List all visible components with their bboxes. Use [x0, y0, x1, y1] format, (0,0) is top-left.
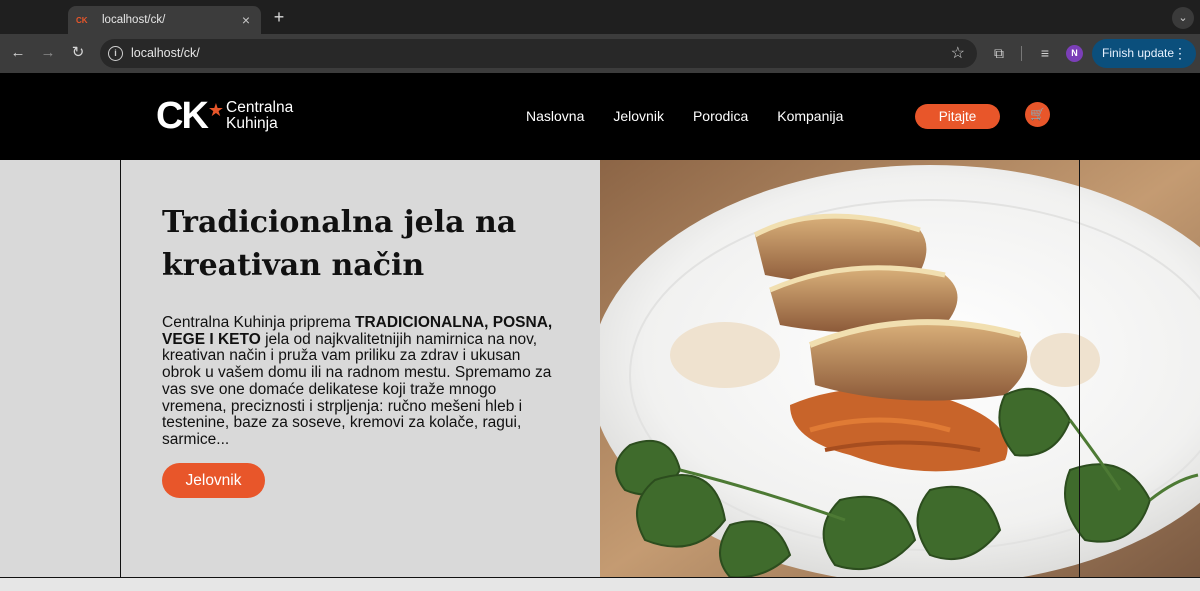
browser-tab-strip: CK localhost/ck/ × + ⌄ [0, 0, 1200, 34]
site-logo[interactable]: CK ★ Centralna Kuhinja [156, 94, 293, 137]
profile-avatar[interactable]: N [1066, 45, 1083, 62]
reading-list-icon[interactable]: ≡ [1035, 43, 1055, 63]
tab-search-icon[interactable]: ⌄ [1172, 7, 1194, 29]
url-text[interactable]: localhost/ck/ [131, 46, 200, 60]
reload-icon[interactable]: ↻ [67, 42, 89, 64]
layout-guide-right [1079, 160, 1080, 591]
nav-kompanija[interactable]: Kompanija [777, 108, 843, 124]
logo-star-icon: ★ [207, 99, 225, 120]
nav-porodica[interactable]: Porodica [693, 108, 748, 124]
nav-jelovnik[interactable]: Jelovnik [613, 108, 664, 124]
hero-description: Centralna Kuhinja priprema TRADICIONALNA… [162, 314, 562, 449]
finish-update-label: Finish update [1102, 46, 1175, 60]
ask-button[interactable]: Pitajte [915, 104, 1000, 129]
browser-toolbar: ← → ↻ i localhost/ck/ ☆ ⧉ ≡ N Finish upd… [0, 34, 1200, 73]
finish-update-button[interactable]: Finish update ⋮ [1092, 39, 1196, 68]
logo-name-line1: Centralna [226, 99, 294, 116]
logo-name: Centralna Kuhinja [226, 100, 293, 132]
toolbar-divider [1021, 46, 1022, 61]
browser-tab[interactable]: CK localhost/ck/ × [68, 6, 261, 34]
close-tab-icon[interactable]: × [239, 12, 253, 28]
logo-name-line2: Kuhinja [226, 115, 278, 132]
tab-title: localhost/ck/ [102, 14, 166, 26]
hero-text-body: jela od najkvalitetnijih namirnica na no… [162, 330, 552, 448]
nav-naslovna[interactable]: Naslovna [526, 108, 584, 124]
address-bar[interactable]: i localhost/ck/ ☆ [100, 39, 977, 68]
more-menu-icon[interactable]: ⋮ [1173, 39, 1187, 68]
new-tab-button[interactable]: + [270, 6, 288, 28]
layout-guide-left [120, 160, 121, 591]
forward-icon[interactable]: → [37, 42, 59, 64]
back-icon[interactable]: ← [7, 42, 29, 64]
menu-button[interactable]: Jelovnik [162, 463, 265, 498]
site-favicon: CK [76, 15, 88, 25]
site-info-icon[interactable]: i [108, 46, 123, 61]
hero-text-intro: Centralna Kuhinja priprema [162, 314, 355, 331]
hero-title: Tradicionalna jela na kreativan način [162, 205, 517, 283]
web-page: CK ★ Centralna Kuhinja Naslovna Jelovnik… [0, 73, 1200, 591]
extensions-icon[interactable]: ⧉ [989, 43, 1009, 63]
logo-mark: CK [156, 94, 209, 137]
next-section [0, 578, 1200, 591]
cart-icon[interactable]: 🛒 [1025, 102, 1050, 127]
site-header: CK ★ Centralna Kuhinja Naslovna Jelovnik… [0, 73, 1200, 160]
hero-food-image [600, 160, 1200, 577]
food-photo-illustration [600, 160, 1200, 577]
main-navigation: Naslovna Jelovnik Porodica Kompanija [526, 108, 872, 124]
bookmark-star-icon[interactable]: ☆ [951, 43, 965, 63]
